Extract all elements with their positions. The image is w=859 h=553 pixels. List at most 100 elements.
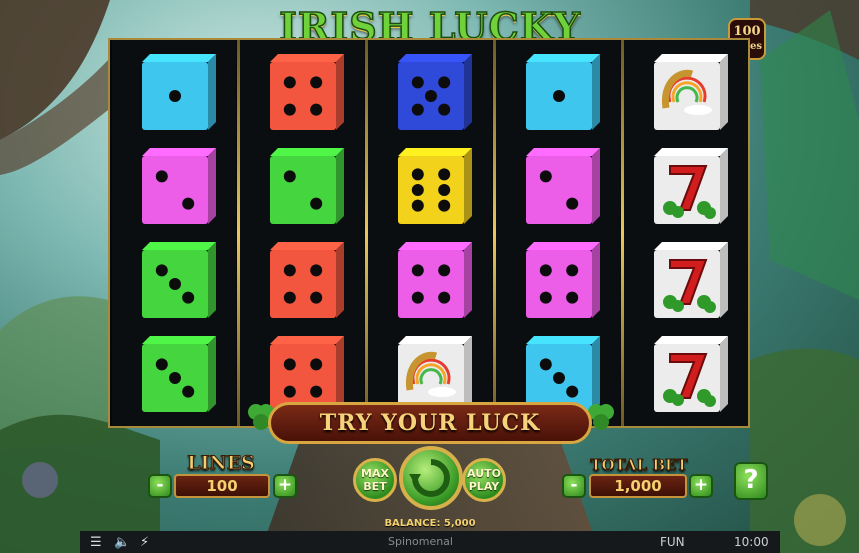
sound-icon[interactable]: 🔈 (114, 535, 130, 550)
dice-pip (283, 76, 296, 89)
menu-icon[interactable]: ☰ (90, 535, 102, 550)
dice-symbol-green (138, 334, 216, 412)
dice-symbol-red (266, 52, 344, 130)
symbol-graphic (142, 336, 216, 412)
lucky-seven-symbol (650, 334, 728, 412)
turbo-icon[interactable]: ⚡ (140, 535, 149, 550)
balance-display: BALANCE: 5,000 (384, 518, 476, 529)
dice-pip (411, 76, 424, 89)
dice-pip (169, 278, 181, 290)
reel-3 (368, 40, 492, 426)
dice-pip (310, 385, 323, 398)
symbol-graphic (398, 148, 472, 224)
dice-pip (438, 199, 451, 212)
symbol-graphic (654, 54, 728, 130)
dice-pip (182, 291, 195, 304)
dice-pip (283, 264, 296, 277)
symbol-graphic (270, 148, 344, 224)
dice-pip (310, 291, 323, 304)
dice-pip (283, 358, 296, 371)
dice-pip (553, 90, 565, 102)
dice-pip (553, 372, 565, 384)
dice-pip (411, 264, 424, 277)
lines-minus-button[interactable]: - (148, 474, 172, 498)
symbol-graphic (526, 54, 600, 130)
try-your-luck-banner[interactable]: TRY YOUR LUCK (268, 402, 592, 444)
dice-pip (310, 264, 323, 277)
dice-pip (411, 103, 424, 116)
dice-pip (566, 385, 579, 398)
dice-pip (283, 103, 296, 116)
symbol-graphic (142, 148, 216, 224)
clock: 10:00 (734, 535, 769, 549)
bottom-bar: ☰ 🔈 ⚡ Spinomenal FUN 10:00 (80, 531, 780, 553)
dice-pip (438, 168, 451, 181)
auto-play-button[interactable]: AUTO PLAY (462, 458, 506, 502)
reel-grid (108, 38, 750, 428)
symbol-graphic (654, 148, 728, 224)
symbol-graphic (398, 54, 472, 130)
play-mode: FUN (660, 535, 685, 549)
dice-pip (310, 103, 323, 116)
dice-symbol-red (266, 334, 344, 412)
dice-pip (566, 291, 579, 304)
dice-pip (566, 264, 579, 277)
dice-symbol-magenta (138, 146, 216, 224)
total-bet-title: TOTAL BET (590, 456, 688, 475)
dice-pip (539, 358, 552, 371)
dice-symbol-magenta (394, 240, 472, 318)
dice-pip (155, 358, 168, 371)
dice-pip (566, 197, 579, 210)
dice-symbol-green (266, 146, 344, 224)
max-bet-button[interactable]: MAX BET (353, 458, 397, 502)
provider-brand: Spinomenal (388, 535, 453, 548)
symbol-graphic (270, 54, 344, 130)
dice-symbol-magenta (522, 240, 600, 318)
symbol-graphic (526, 242, 600, 318)
dice-symbol-yellow (394, 146, 472, 224)
dice-pip (425, 90, 437, 102)
auto-play-label: AUTO PLAY (467, 467, 501, 493)
help-button[interactable]: ? (734, 462, 768, 500)
dice-pip (539, 264, 552, 277)
dice-symbol-cyan (138, 52, 216, 130)
lines-plus-button[interactable]: + (273, 474, 297, 498)
dice-pip (438, 291, 451, 304)
symbol-graphic (654, 242, 728, 318)
lines-value: 100 (174, 474, 270, 498)
symbol-graphic (142, 242, 216, 318)
dice-symbol-red (266, 240, 344, 318)
symbol-graphic (398, 336, 472, 412)
total-bet-plus-button[interactable]: + (689, 474, 713, 498)
total-bet-minus-button[interactable]: - (562, 474, 586, 498)
spin-arrows-icon (409, 459, 450, 497)
horseshoe-symbol (394, 334, 472, 412)
reel-4 (496, 40, 620, 426)
dice-pip (283, 385, 296, 398)
dice-pip (155, 170, 168, 183)
spin-button[interactable] (399, 446, 463, 510)
dice-pip (438, 76, 451, 89)
dice-symbol-blue (394, 52, 472, 130)
symbol-graphic (142, 54, 216, 130)
dice-symbol-cyan (522, 52, 600, 130)
symbol-graphic (526, 148, 600, 224)
lucky-seven-symbol (650, 240, 728, 318)
dice-symbol-green (138, 240, 216, 318)
horseshoe-symbol (650, 52, 728, 130)
dice-pip (283, 170, 296, 183)
dice-pip (182, 197, 195, 210)
dice-pip (310, 76, 323, 89)
dice-pip (438, 103, 451, 116)
symbol-graphic (270, 242, 344, 318)
symbol-graphic (654, 336, 728, 412)
dice-pip (310, 358, 323, 371)
dice-pip (283, 291, 296, 304)
lucky-seven-symbol (650, 146, 728, 224)
dice-pip (438, 264, 451, 277)
dice-pip (411, 199, 424, 212)
dice-pip (169, 90, 181, 102)
dice-pip (310, 197, 323, 210)
reel-5 (624, 40, 748, 426)
dice-pip (539, 291, 552, 304)
